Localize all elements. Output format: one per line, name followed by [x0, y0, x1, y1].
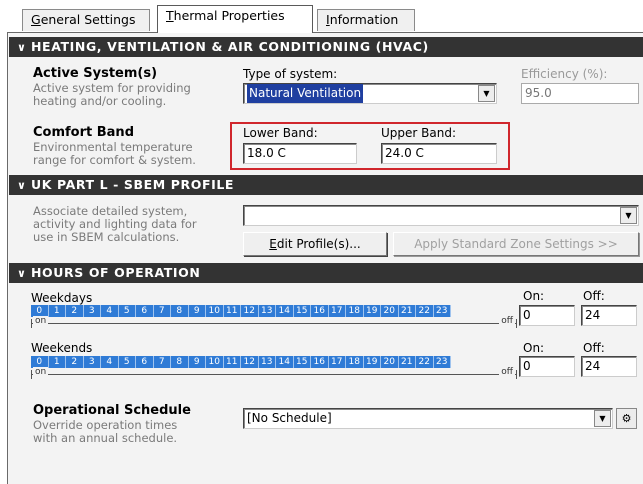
- efficiency-label: Efficiency (%):: [521, 67, 608, 81]
- weekends-on-off-range[interactable]: on off: [31, 367, 517, 379]
- tab-thermal-properties[interactable]: Thermal Properties: [157, 5, 313, 33]
- hour-cell[interactable]: 12: [241, 305, 259, 317]
- hour-cell[interactable]: 6: [136, 305, 154, 317]
- hour-cell[interactable]: 10: [206, 356, 224, 368]
- weekdays-off-input[interactable]: 24: [581, 305, 637, 326]
- sbem-profile-select[interactable]: ▼: [243, 205, 639, 226]
- hour-cell[interactable]: 1: [48, 305, 66, 317]
- hour-cell[interactable]: 2: [66, 356, 84, 368]
- hour-cell[interactable]: 22: [416, 356, 434, 368]
- weekdays-on-input[interactable]: 0: [519, 305, 575, 326]
- hour-cell[interactable]: 18: [346, 305, 364, 317]
- hour-cell[interactable]: 6: [136, 356, 154, 368]
- hour-cell[interactable]: 13: [258, 356, 276, 368]
- tab-bar: General Settings Thermal Properties Info…: [0, 0, 643, 34]
- operational-schedule-title: Operational Schedule: [33, 403, 191, 418]
- hour-cell[interactable]: 14: [276, 305, 294, 317]
- hour-cell[interactable]: 21: [398, 356, 416, 368]
- hour-cell[interactable]: 21: [398, 305, 416, 317]
- hour-cell[interactable]: 20: [381, 356, 399, 368]
- tab-information[interactable]: Information: [317, 9, 415, 31]
- hours-section: Weekdays On: Off: 0 1 2 3 4 5 6 7 8 9 10 11 12 13 14 15…: [9, 283, 643, 484]
- hour-cell[interactable]: 9: [188, 305, 206, 317]
- comfort-band-highlight: [230, 122, 510, 170]
- weekends-label: Weekends: [31, 341, 93, 355]
- collapse-chevron-icon: ∨: [17, 267, 27, 280]
- hour-cell[interactable]: 8: [171, 305, 189, 317]
- weekdays-hour-bar[interactable]: 0 1 2 3 4 5 6 7 8 9 10 11 12 13 14 15 16 17 18 19 20 21 22 23: [31, 305, 451, 317]
- weekends-on-label: On:: [523, 341, 545, 355]
- hour-cell[interactable]: 20: [381, 305, 399, 317]
- comfort-band-title: Comfort Band: [33, 125, 134, 140]
- hour-cell[interactable]: 9: [188, 356, 206, 368]
- hour-cell[interactable]: 19: [363, 305, 381, 317]
- hour-cell[interactable]: 1: [48, 356, 66, 368]
- weekends-off-input[interactable]: 24: [581, 356, 637, 377]
- hour-cell[interactable]: 10: [206, 305, 224, 317]
- collapse-chevron-icon: ∨: [17, 179, 27, 192]
- hour-cell[interactable]: 2: [66, 305, 84, 317]
- operational-schedule-select[interactable]: [No Schedule] ▼: [243, 408, 613, 429]
- hour-cell[interactable]: 17: [328, 356, 346, 368]
- collapse-chevron-icon: ∨: [17, 41, 27, 54]
- hour-cell[interactable]: 3: [83, 305, 101, 317]
- weekends-off-label: Off:: [583, 341, 605, 355]
- hour-cell[interactable]: 18: [346, 356, 364, 368]
- hour-cell[interactable]: 16: [311, 305, 329, 317]
- hour-cell[interactable]: 3: [83, 356, 101, 368]
- apply-standard-zone-settings-button[interactable]: Apply Standard Zone Settings >>: [393, 232, 639, 256]
- hour-cell[interactable]: 16: [311, 356, 329, 368]
- hour-cell[interactable]: 22: [416, 305, 434, 317]
- hour-cell[interactable]: 4: [101, 356, 119, 368]
- hour-cell[interactable]: 7: [153, 305, 171, 317]
- operational-schedule-desc-2: with an annual schedule.: [33, 431, 178, 445]
- sbem-section-header[interactable]: ∨ UK PART L - SBEM PROFILE: [9, 175, 643, 195]
- edit-profiles-button[interactable]: Edit Profile(s)...: [243, 232, 387, 256]
- schedule-editor-icon[interactable]: ⚙: [616, 408, 637, 429]
- sbem-desc-3: use in SBEM calculations.: [33, 230, 180, 244]
- efficiency-input[interactable]: 95.0: [521, 83, 639, 104]
- hour-cell[interactable]: 5: [118, 356, 136, 368]
- hour-cell[interactable]: 13: [258, 305, 276, 317]
- active-systems-desc-2: heating and/or cooling.: [33, 94, 167, 108]
- weekends-on-input[interactable]: 0: [519, 356, 575, 377]
- hour-cell[interactable]: 14: [276, 356, 294, 368]
- tab-general-settings[interactable]: General Settings: [22, 9, 150, 31]
- hour-cell[interactable]: 15: [293, 305, 311, 317]
- hour-cell[interactable]: 4: [101, 305, 119, 317]
- hour-cell[interactable]: 12: [241, 356, 259, 368]
- hour-cell[interactable]: 11: [223, 305, 241, 317]
- sbem-section: Associate detailed system, activity and …: [9, 195, 643, 263]
- weekends-hour-bar[interactable]: 0 1 2 3 4 5 6 7 8 9 10 11 12 13 14 15 16 17 18 19 20 21 22 23: [31, 356, 451, 368]
- hour-cell[interactable]: 23: [433, 305, 451, 317]
- type-of-system-select[interactable]: Natural Ventilation ▼: [243, 83, 497, 104]
- operational-schedule-value: [No Schedule]: [247, 411, 332, 425]
- type-of-system-label: Type of system:: [243, 67, 338, 81]
- hours-section-header[interactable]: ∨ HOURS OF OPERATION: [9, 263, 643, 283]
- comfort-band-desc-2: range for comfort & system.: [33, 153, 196, 167]
- hour-cell[interactable]: 19: [363, 356, 381, 368]
- active-systems-title: Active System(s): [33, 66, 158, 81]
- hour-cell[interactable]: 8: [171, 356, 189, 368]
- weekdays-off-label: Off:: [583, 289, 605, 303]
- weekdays-on-label: On:: [523, 289, 545, 303]
- hour-cell[interactable]: 11: [223, 356, 241, 368]
- dropdown-arrow-icon[interactable]: ▼: [478, 85, 495, 102]
- hour-cell[interactable]: 5: [118, 305, 136, 317]
- hour-cell[interactable]: 15: [293, 356, 311, 368]
- weekdays-label: Weekdays: [31, 291, 93, 305]
- dropdown-arrow-icon[interactable]: ▼: [620, 207, 637, 224]
- hvac-section-header[interactable]: ∨ HEATING, VENTILATION & AIR CONDITIONING…: [9, 37, 643, 57]
- dropdown-arrow-icon[interactable]: ▼: [594, 410, 611, 427]
- hour-cell[interactable]: 23: [433, 356, 451, 368]
- hour-cell[interactable]: 17: [328, 305, 346, 317]
- weekdays-on-off-range[interactable]: on off: [31, 316, 517, 328]
- hour-cell[interactable]: 7: [153, 356, 171, 368]
- type-of-system-value: Natural Ventilation: [247, 84, 364, 103]
